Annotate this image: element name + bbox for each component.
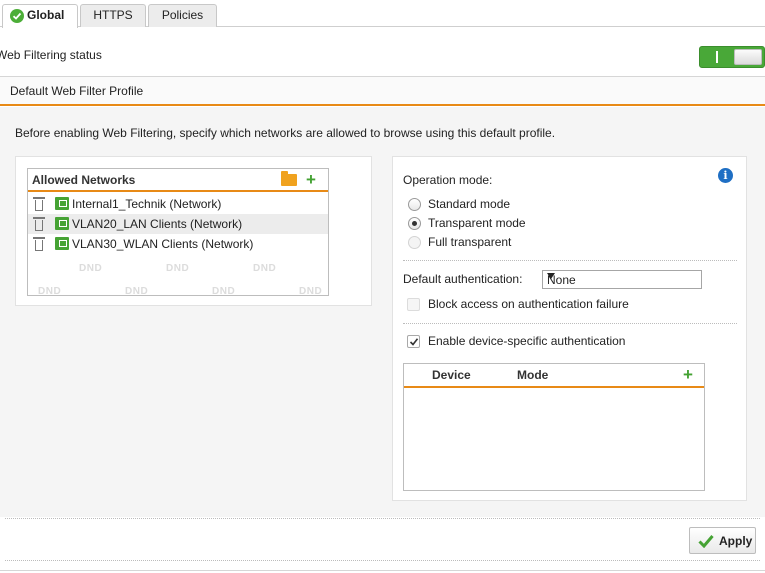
tab-bar: Global HTTPS Policies [0,0,765,28]
list-item[interactable]: Internal1_Technik (Network) [28,194,328,214]
dnd-placeholder: DND [38,286,62,297]
check-circle-icon [10,9,24,23]
default-auth-select[interactable]: None [542,270,702,289]
dnd-placeholder: DND [79,263,103,274]
add-device-icon[interactable]: + [683,366,693,383]
trash-icon[interactable] [33,197,45,211]
add-network-icon[interactable]: + [306,171,316,188]
footer-divider [5,518,760,519]
apply-label: Apply [719,534,753,548]
network-label: VLAN30_WLAN Clients (Network) [72,237,254,251]
radio-button [408,236,421,249]
networks-header: Allowed Networks + [28,169,328,192]
network-label: VLAN20_LAN Clients (Network) [72,217,243,231]
networks-panel: Allowed Networks + Internal1_Technik (Ne… [15,156,372,306]
checkbox-label: Block access on authentication failure [428,297,629,311]
folder-icon[interactable] [281,171,297,186]
profile-header: Default Web Filter Profile [0,76,765,106]
tab-policies[interactable]: Policies [148,4,217,27]
network-icon [55,217,69,230]
tab-global[interactable]: Global [2,4,78,28]
block-access-checkbox[interactable] [407,298,420,311]
radio-label: Full transparent [428,235,512,249]
toggle-on-mark [716,51,718,63]
bottom-border [0,570,765,571]
profile-title: Default Web Filter Profile [10,84,144,98]
checkbox-label: Enable device-specific authentication [428,334,626,348]
trash-icon[interactable] [33,237,45,251]
bottom-divider [5,560,760,561]
tab-https[interactable]: HTTPS [80,4,146,27]
radio-label: Standard mode [428,197,511,211]
device-table: Device Mode + [403,363,705,491]
apply-button[interactable]: Apply [689,527,756,554]
column-header: Mode [517,368,549,382]
operation-mode-label: Operation mode: [403,173,493,187]
list-item[interactable]: VLAN30_WLAN Clients (Network) [28,234,328,254]
column-header: Device [432,368,471,382]
default-auth-label: Default authentication: [403,272,523,286]
tab-label: Policies [161,8,204,22]
network-icon [55,237,69,250]
check-icon [698,535,714,548]
radio-label: Transparent mode [428,216,526,230]
dnd-placeholder: DND [125,286,149,297]
list-item[interactable]: VLAN20_LAN Clients (Network) [28,214,328,234]
trash-icon[interactable] [33,217,45,231]
status-row: Web Filtering status [0,28,765,76]
network-icon [55,197,69,210]
divider [403,323,737,324]
radio-button[interactable] [408,198,421,211]
status-label: Web Filtering status [0,48,102,62]
content-area: Before enabling Web Filtering, specify w… [0,107,765,517]
tab-label: Global [27,8,65,22]
tab-label: HTTPS [93,8,133,22]
divider [403,260,737,261]
radio-button[interactable] [408,217,421,230]
dnd-placeholder: DND [299,286,323,297]
dnd-placeholder: DND [212,286,236,297]
dnd-placeholder: DND [253,263,277,274]
dnd-placeholder: DND [166,263,190,274]
chevron-down-icon [547,273,555,279]
web-filtering-toggle[interactable] [699,46,765,68]
intro-text: Before enabling Web Filtering, specify w… [15,126,556,140]
network-label: Internal1_Technik (Network) [72,197,222,211]
allowed-networks-list: Allowed Networks + Internal1_Technik (Ne… [27,168,329,297]
device-table-header: Device Mode + [404,364,704,388]
info-icon[interactable]: i [718,168,733,183]
networks-title: Allowed Networks [32,173,136,187]
settings-panel: i Operation mode: Standard mode Transpar… [392,156,747,501]
device-auth-checkbox[interactable] [407,335,420,348]
toggle-knob [734,49,762,65]
